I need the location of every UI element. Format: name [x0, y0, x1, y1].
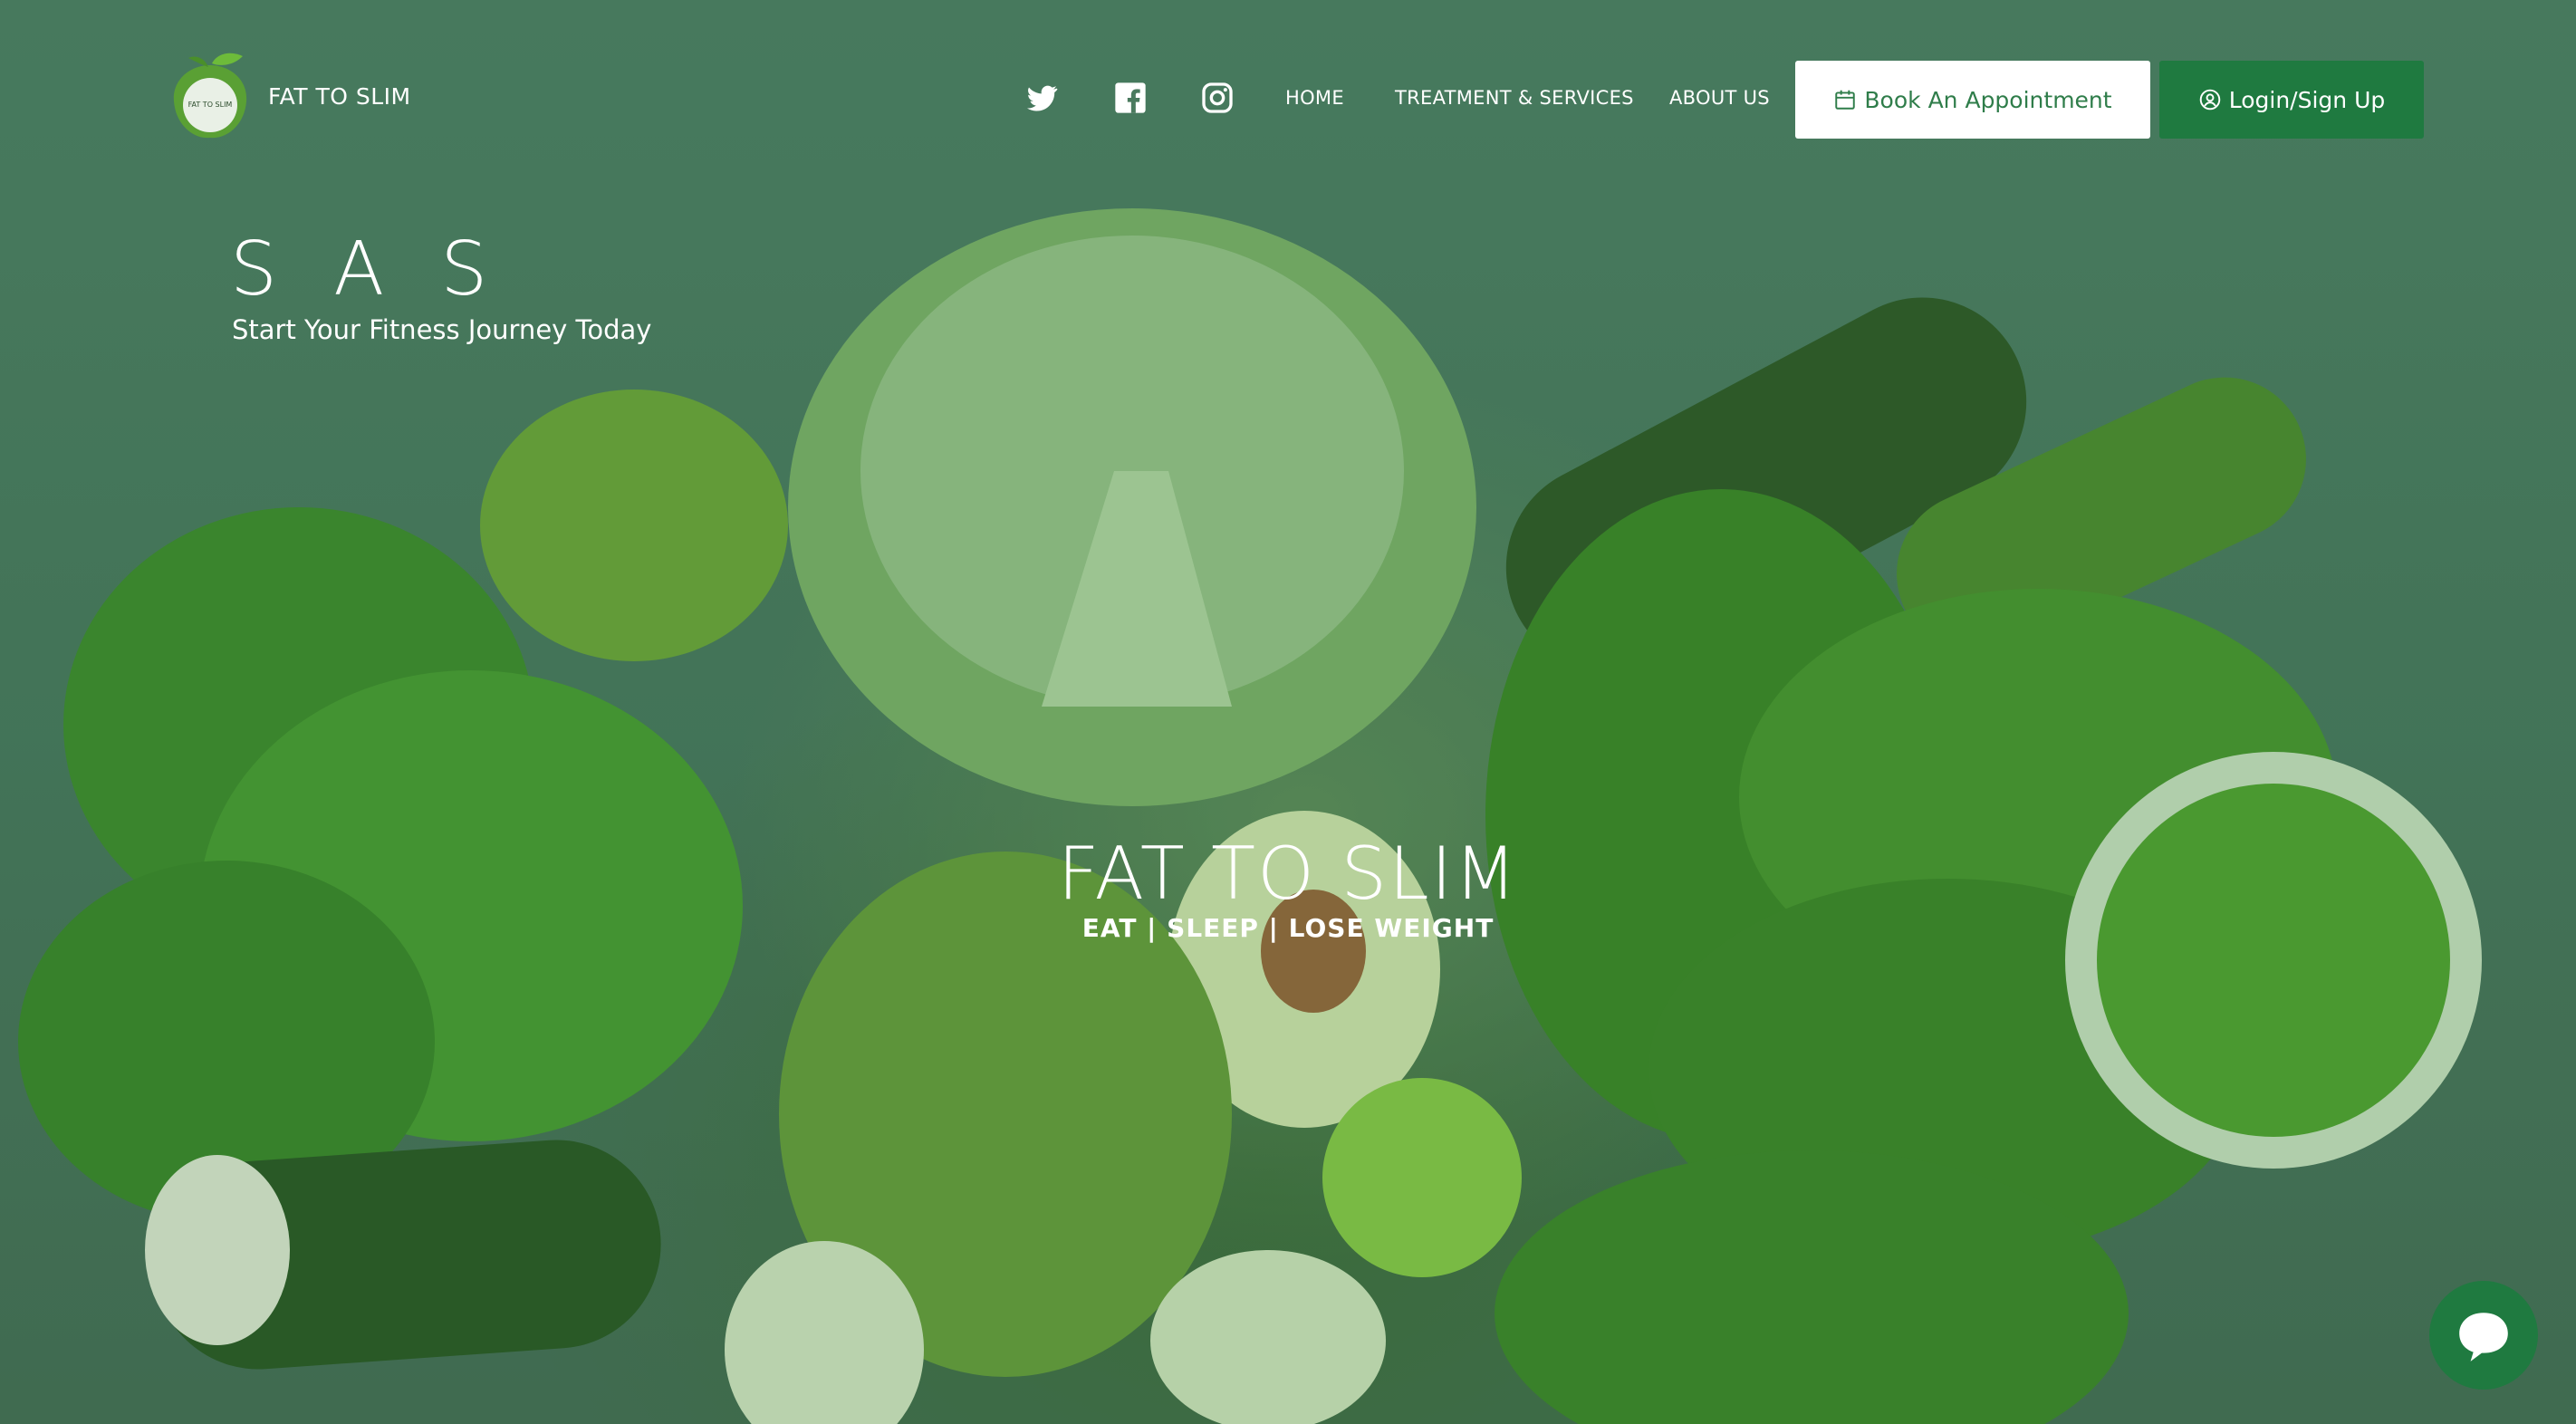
instagram-link[interactable]	[1199, 80, 1235, 116]
chat-widget-button[interactable]	[2429, 1281, 2538, 1390]
login-signup-button[interactable]: Login/Sign Up	[2159, 61, 2424, 139]
book-appointment-label: Book An Appointment	[1864, 86, 2112, 113]
nav-treatment-services[interactable]: TREATMENT & SERVICES	[1395, 87, 1634, 109]
hero-heading: S A S	[230, 226, 505, 313]
twitter-icon	[1027, 85, 1058, 111]
hero-center-subtitle: EAT | SLEEP | LOSE WEIGHT	[1081, 913, 1495, 943]
instagram-icon	[1202, 82, 1233, 113]
nav-home[interactable]: HOME	[1285, 87, 1344, 109]
facebook-icon	[1115, 82, 1146, 113]
apple-leaf-logo-icon: FAT TO SLIM	[173, 53, 247, 139]
hero-background	[0, 0, 2576, 1424]
login-signup-label: Login/Sign Up	[2228, 86, 2386, 113]
chat-bubble-icon	[2459, 1313, 2508, 1361]
book-appointment-button[interactable]: Book An Appointment	[1795, 61, 2150, 139]
hero-center-title: FAT TO SLIM	[1057, 832, 1519, 916]
twitter-link[interactable]	[1024, 80, 1060, 116]
facebook-link[interactable]	[1112, 80, 1149, 116]
user-circle-icon	[2198, 88, 2222, 111]
hero-tagline: Start Your Fitness Journey Today	[232, 314, 652, 345]
calendar-icon	[1833, 88, 1857, 111]
nav-about-us[interactable]: ABOUT US	[1669, 87, 1770, 109]
brand-logo[interactable]: FAT TO SLIM FAT TO SLIM	[163, 49, 411, 143]
brand-name: FAT TO SLIM	[268, 82, 411, 110]
svg-text:FAT TO SLIM: FAT TO SLIM	[188, 101, 233, 109]
